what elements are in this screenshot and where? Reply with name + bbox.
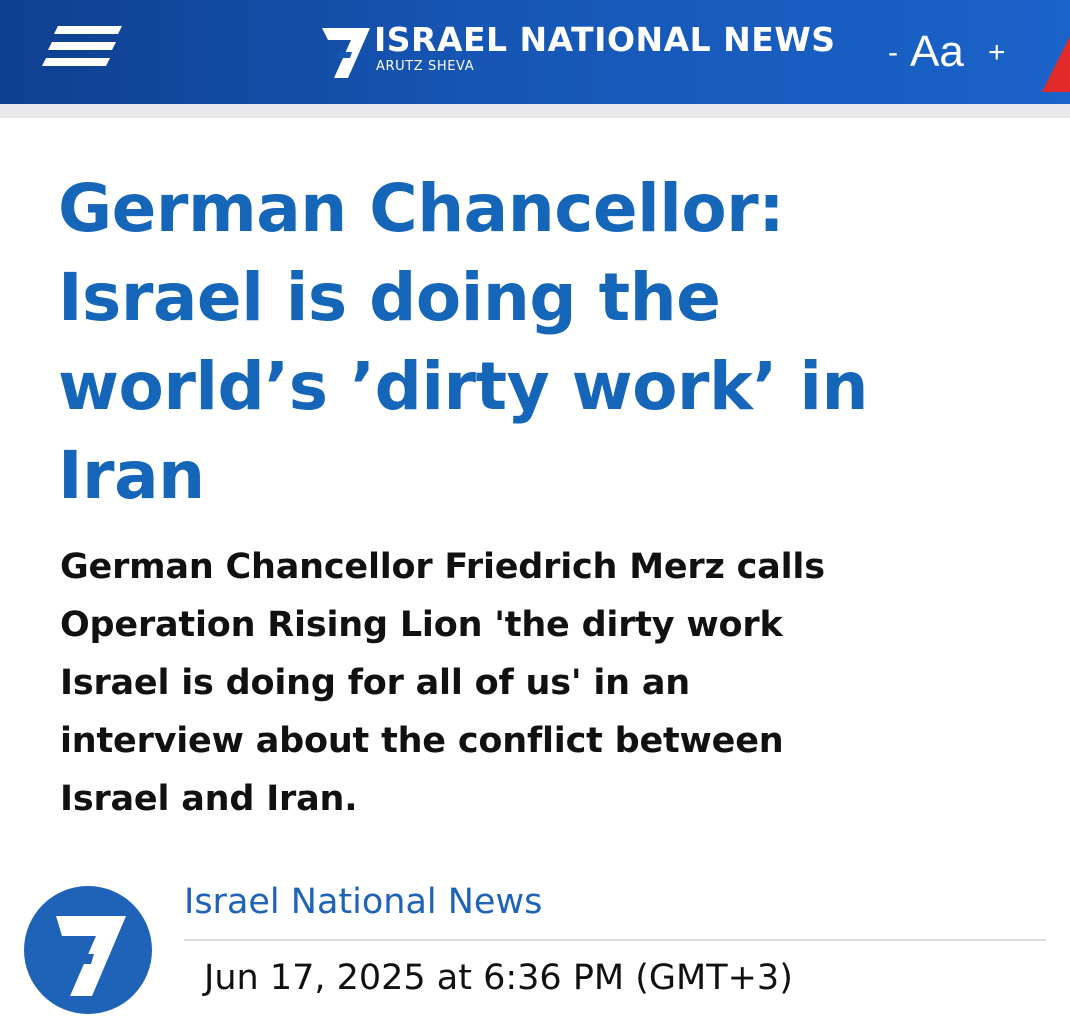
brand-logo[interactable]: ISRAEL NATIONAL NEWS ARUTZ SHEVA [318,18,858,84]
headline-line: world’s ’dirty work’ in [58,348,869,425]
subheadline-line: Israel and Iran. [60,779,358,819]
author-avatar[interactable] [22,884,154,1016]
subheadline-line: Israel is doing for all of us' in an [60,663,690,703]
byline-source[interactable]: Israel National News [184,876,542,928]
header-divider [0,104,1070,118]
red-corner-flag [1042,36,1070,92]
article-subheadline: German Chancellor Friedrich Merz calls O… [60,538,1040,828]
subheadline-line: German Chancellor Friedrich Merz calls [60,547,825,587]
subheadline-line: interview about the conflict between [60,721,784,761]
byline-divider [184,939,1046,941]
headline-line: Israel is doing the [58,259,721,336]
headline-line: German Chancellor: [58,170,785,247]
subheadline-line: Operation Rising Lion 'the dirty work [60,605,783,645]
menu-icon[interactable] [40,18,130,78]
font-decrease-button[interactable]: - [888,36,898,70]
seven-logo-icon [322,28,370,78]
font-size-label: Aa [910,27,964,76]
headline-line: Iran [58,437,205,514]
top-header-bar: ISRAEL NATIONAL NEWS ARUTZ SHEVA - Aa + [0,0,1070,104]
article-headline: German Chancellor: Israel is doing the w… [58,164,1048,520]
brand-title: ISRAEL NATIONAL NEWS [374,20,836,59]
publish-date: Jun 17, 2025 at 6:36 PM (GMT+3) [204,958,793,998]
font-increase-button[interactable]: + [988,36,1006,70]
brand-subtitle: ARUTZ SHEVA [376,59,475,74]
